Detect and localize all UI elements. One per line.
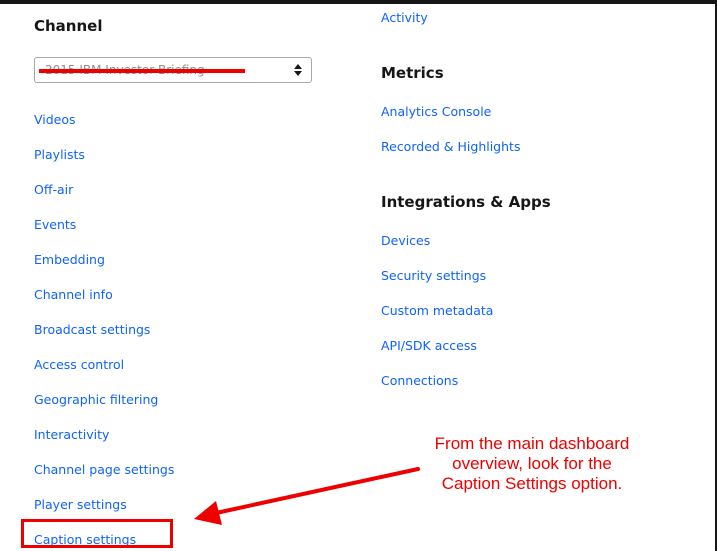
link-api-sdk-access[interactable]: API/SDK access [381, 338, 477, 354]
metrics-heading: Metrics [381, 64, 444, 82]
link-activity[interactable]: Activity [381, 10, 428, 26]
redaction-mark [39, 69, 245, 73]
link-interactivity[interactable]: Interactivity [34, 427, 109, 443]
annotation-text: From the main dashboard overview, look f… [410, 434, 654, 494]
link-devices[interactable]: Devices [381, 233, 430, 249]
link-analytics-console[interactable]: Analytics Console [381, 104, 491, 120]
annotation-line-2: overview, look for the [452, 454, 612, 473]
link-player-settings[interactable]: Player settings [34, 497, 127, 513]
link-broadcast-settings[interactable]: Broadcast settings [34, 322, 150, 338]
link-channel-page-settings[interactable]: Channel page settings [34, 462, 174, 478]
link-connections[interactable]: Connections [381, 373, 458, 389]
annotation-line-1: From the main dashboard [434, 434, 630, 453]
link-geographic-filtering[interactable]: Geographic filtering [34, 392, 158, 408]
select-arrows-icon [294, 64, 302, 76]
link-recorded-highlights[interactable]: Recorded & Highlights [381, 139, 520, 155]
top-edge-bar [0, 0, 717, 4]
channel-heading: Channel [34, 17, 103, 35]
channel-select[interactable]: 2015 IBM Investor Briefing [34, 57, 312, 83]
link-videos[interactable]: Videos [34, 112, 76, 128]
caption-settings-highlight-box [21, 519, 173, 548]
link-events[interactable]: Events [34, 217, 76, 233]
link-security-settings[interactable]: Security settings [381, 268, 486, 284]
link-off-air[interactable]: Off-air [34, 182, 73, 198]
link-access-control[interactable]: Access control [34, 357, 124, 373]
integrations-heading: Integrations & Apps [381, 193, 551, 211]
annotation-line-3: Caption Settings option. [441, 474, 623, 493]
link-channel-info[interactable]: Channel info [34, 287, 113, 303]
link-custom-metadata[interactable]: Custom metadata [381, 303, 493, 319]
link-embedding[interactable]: Embedding [34, 252, 105, 268]
link-playlists[interactable]: Playlists [34, 147, 85, 163]
annotation-arrow-icon [194, 467, 420, 525]
